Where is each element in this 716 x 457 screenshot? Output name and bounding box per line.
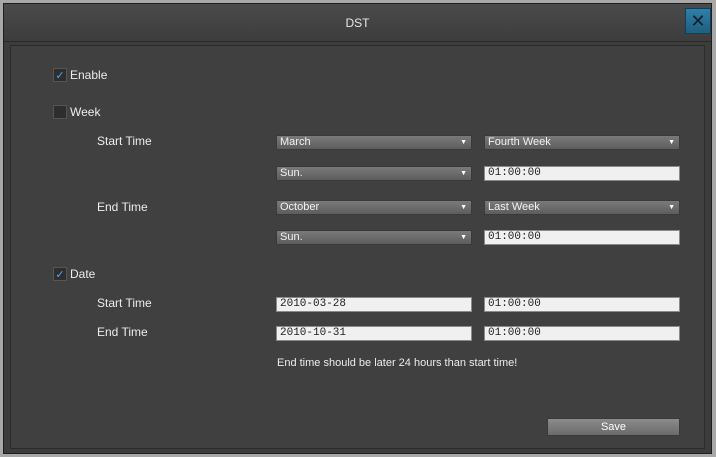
week-end-week-select[interactable]: Last Week ▼	[484, 200, 680, 215]
week-end-time-input[interactable]: 01:00:00	[484, 230, 680, 245]
save-button[interactable]: Save	[547, 418, 680, 436]
title-bar: DST ✕	[4, 4, 711, 42]
week-option[interactable]: Week	[53, 105, 100, 119]
close-button[interactable]: ✕	[685, 8, 711, 34]
date-end-date-input[interactable]: 2010-10-31	[276, 326, 472, 341]
date-checkbox[interactable]: ✓	[53, 267, 67, 281]
date-start-time-label: Start Time	[97, 296, 152, 310]
week-start-day-select[interactable]: Sun. ▼	[276, 166, 472, 181]
dialog-title: DST	[345, 16, 370, 30]
week-start-time-label: Start Time	[97, 134, 152, 148]
check-icon: ✓	[55, 268, 65, 281]
close-icon: ✕	[690, 10, 706, 31]
week-start-month-value: March	[280, 136, 311, 148]
date-option[interactable]: ✓ Date	[53, 267, 95, 281]
chevron-down-icon: ▼	[460, 170, 467, 177]
week-start-week-value: Fourth Week	[488, 136, 551, 148]
enable-option[interactable]: ✓ Enable	[53, 68, 107, 82]
week-label: Week	[70, 105, 101, 119]
chevron-down-icon: ▼	[668, 204, 675, 211]
date-start-date-input[interactable]: 2010-03-28	[276, 297, 472, 312]
date-end-time-label: End Time	[97, 325, 148, 339]
week-checkbox[interactable]	[53, 105, 67, 119]
dst-settings-panel: ✓ Enable Week Start Time March ▼ Fourth …	[10, 45, 705, 449]
week-start-month-select[interactable]: March ▼	[276, 135, 472, 150]
check-icon: ✓	[55, 69, 65, 82]
chevron-down-icon: ▼	[668, 139, 675, 146]
week-end-day-select[interactable]: Sun. ▼	[276, 230, 472, 245]
enable-label: Enable	[70, 68, 108, 82]
chevron-down-icon: ▼	[460, 139, 467, 146]
week-start-time-input[interactable]: 01:00:00	[484, 166, 680, 181]
week-end-month-value: October	[280, 201, 320, 213]
dst-dialog: DST ✕ ✓ Enable Week Start Time March ▼ F…	[3, 3, 712, 454]
week-start-day-value: Sun.	[280, 167, 303, 179]
date-label: Date	[70, 267, 96, 281]
validation-message: End time should be later 24 hours than s…	[277, 357, 518, 369]
enable-checkbox[interactable]: ✓	[53, 68, 67, 82]
date-end-time-input[interactable]: 01:00:00	[484, 326, 680, 341]
week-end-week-value: Last Week	[488, 201, 540, 213]
week-start-week-select[interactable]: Fourth Week ▼	[484, 135, 680, 150]
date-start-time-input[interactable]: 01:00:00	[484, 297, 680, 312]
week-end-time-label: End Time	[97, 200, 148, 214]
chevron-down-icon: ▼	[460, 204, 467, 211]
chevron-down-icon: ▼	[460, 234, 467, 241]
week-end-month-select[interactable]: October ▼	[276, 200, 472, 215]
week-end-day-value: Sun.	[280, 231, 303, 243]
